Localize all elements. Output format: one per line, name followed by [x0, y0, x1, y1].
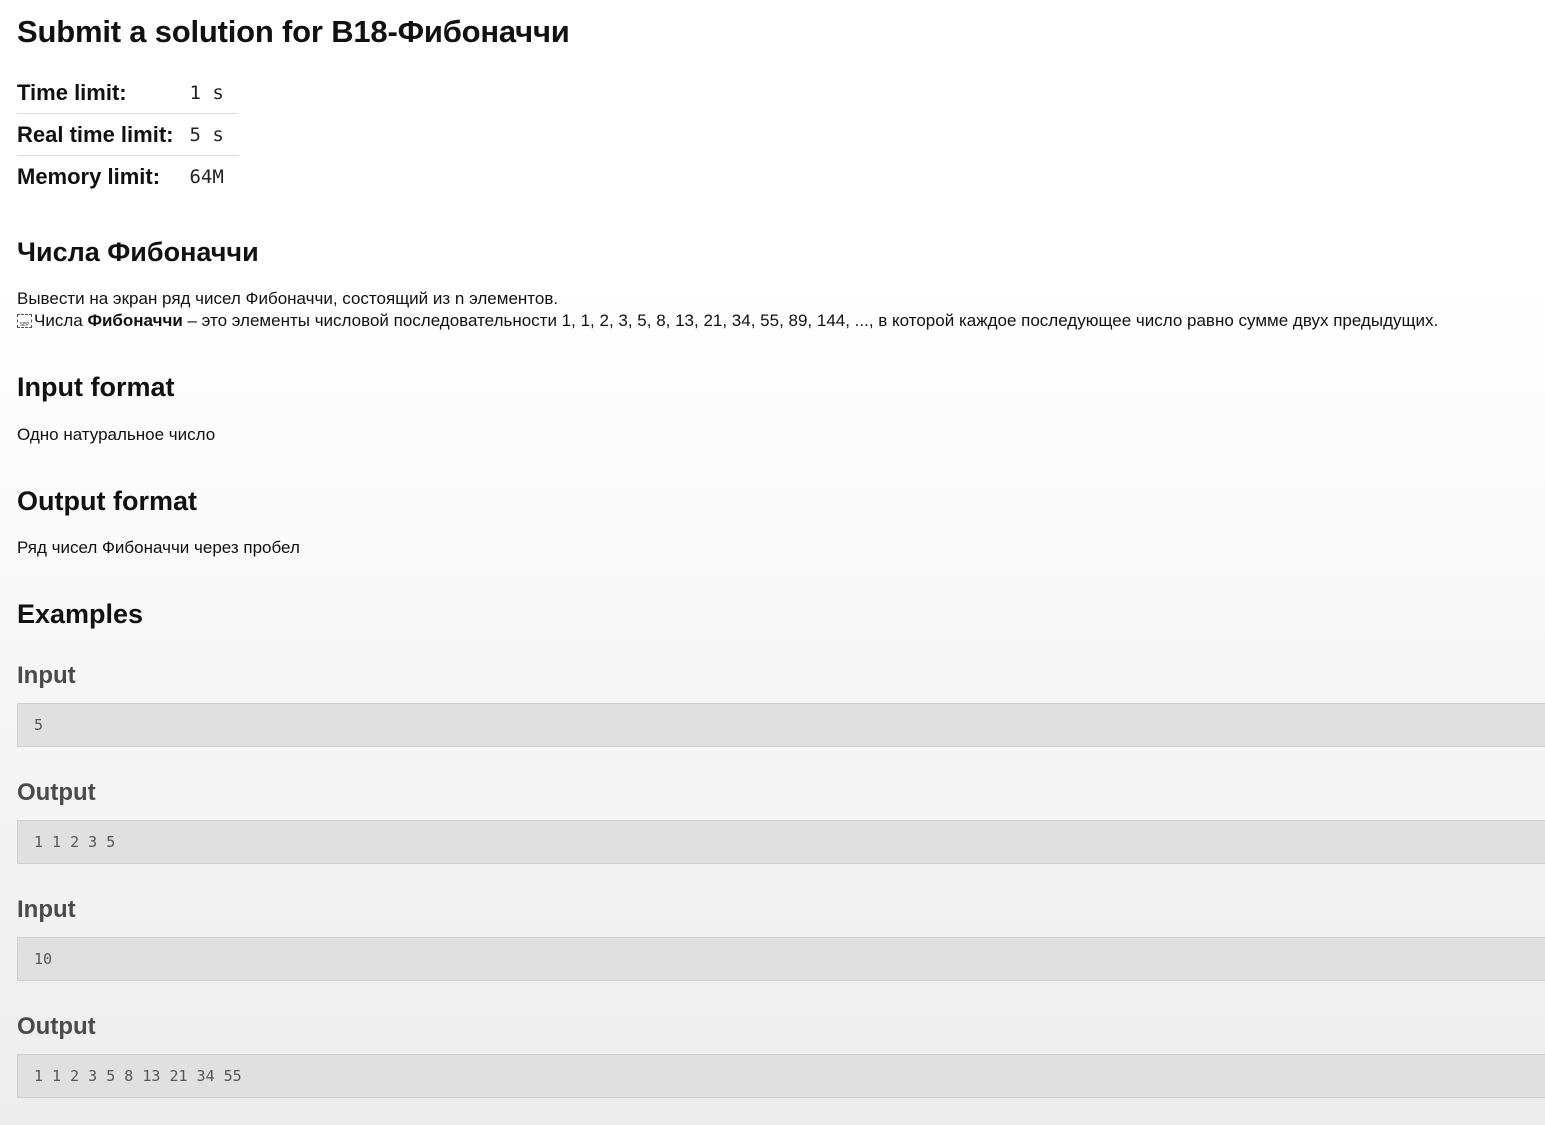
example-2-input-box[interactable]: 10 [17, 937, 1545, 981]
limit-row-memory: Memory limit: 64M [17, 155, 238, 197]
limit-row-real-time: Real time limit: 5 s [17, 113, 238, 156]
statement-line-2-prefix: Числа [34, 311, 88, 330]
sep-icon [17, 314, 32, 328]
limit-row-time: Time limit: 1 s [17, 72, 238, 114]
example-1-output-label: Output [17, 779, 96, 806]
limits-table: Time limit: 1 s Real time limit: 5 s Mem… [17, 72, 238, 197]
example-1-output-box[interactable]: 1 1 2 3 5 [17, 820, 1545, 864]
memory-limit-value: 64M [189, 155, 238, 197]
real-time-limit-value: 5 s [189, 113, 238, 156]
time-limit-label: Time limit: [17, 79, 127, 105]
example-2-output-label: Output [17, 1013, 96, 1040]
statement-line-2-suffix: – это элементы числовой последовательнос… [182, 311, 1439, 330]
input-format-text: Одно натуральное число [17, 425, 216, 444]
examples-heading: Examples [17, 599, 144, 629]
example-1-input-label: Input [17, 662, 76, 689]
memory-limit-label: Memory limit: [17, 155, 190, 197]
output-format-text: Ряд чисел Фибоначчи через пробел [17, 538, 300, 557]
statement-line-1: Вывести на экран ряд чисел Фибоначчи, со… [17, 289, 559, 308]
output-format-heading: Output format [17, 486, 197, 516]
real-time-limit-label: Real time limit: [17, 113, 190, 156]
statement-line-2: Числа Фибоначчи – это элементы числовой … [17, 311, 1438, 331]
time-limit-value: 1 s [189, 81, 224, 104]
statement-heading: Числа Фибоначчи [17, 237, 259, 267]
statement-line-2-bold: Фибоначчи [87, 311, 183, 330]
example-2-input-label: Input [17, 896, 76, 923]
page-title: Submit a solution for B18-Фибоначчи [17, 14, 570, 49]
example-1-input-box[interactable]: 5 [17, 703, 1545, 747]
input-format-heading: Input format [17, 372, 175, 402]
example-2-output-box[interactable]: 1 1 2 3 5 8 13 21 34 55 [17, 1054, 1545, 1098]
